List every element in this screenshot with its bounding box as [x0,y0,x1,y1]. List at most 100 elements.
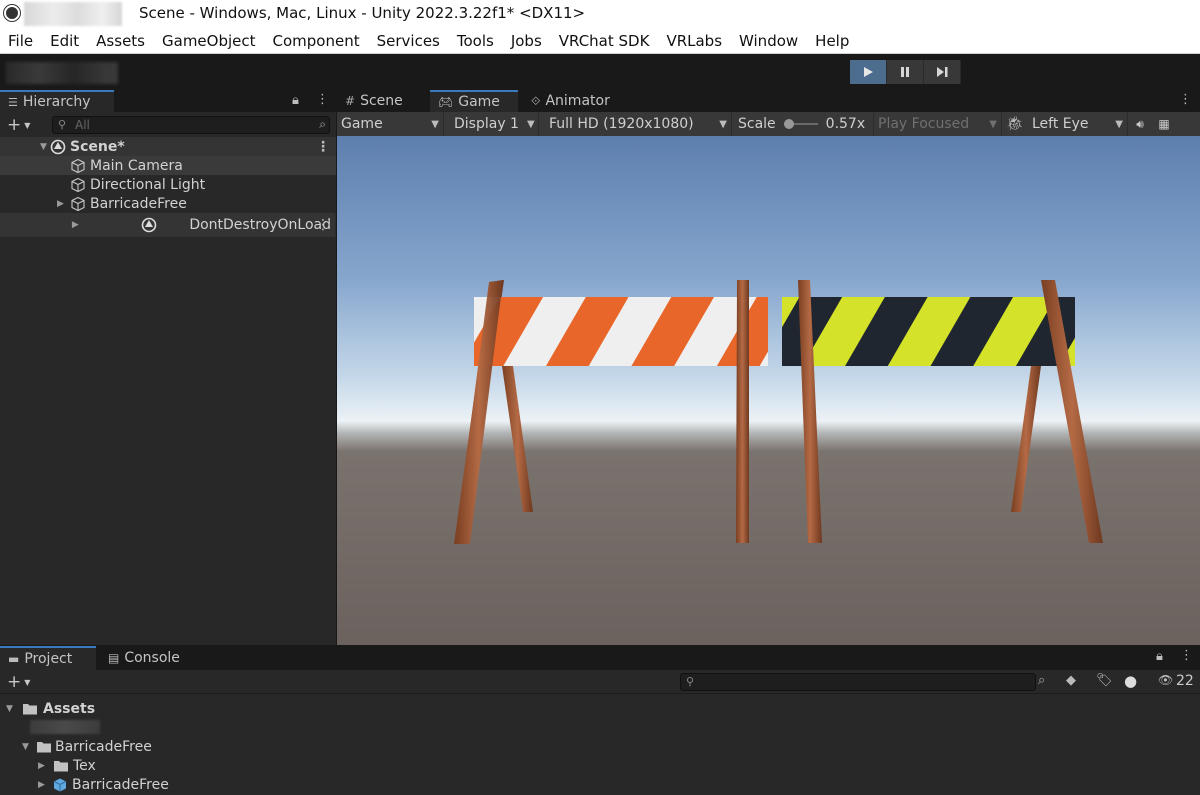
hierarchy-tabstrip: ☰ Hierarchy 🔒︎ ⋮ [0,90,336,112]
search-icon: ⚲ [686,675,695,688]
audio-icon[interactable]: 🔊︎ [1128,117,1152,132]
tab-scene[interactable]: # Scene [337,90,427,112]
eye-dropdown[interactable]: Left Eye ▼ [1028,112,1128,136]
dropdown-arrow-icon: ▼ [989,118,997,130]
pause-button[interactable] [887,60,924,84]
view-tabstrip: # Scene 🎮︎ Game ⟐ Animator ⋮ [337,90,1200,112]
game-render-svg [337,136,1200,645]
menu-gameobject[interactable]: GameObject [162,32,256,50]
hierarchy-item-directional-light[interactable]: Directional Light [0,175,336,194]
menu-vrchat-sdk[interactable]: VRChat SDK [559,32,650,50]
open-folder-icon [23,703,37,714]
gamepad-icon: 🎮︎ [438,95,454,109]
folder-icon: ▬ [8,652,20,666]
main-toolbar [0,54,1200,90]
expand-caret-icon[interactable]: ▶ [72,220,82,230]
hidden-eye-icon[interactable]: 👁︎ [1158,673,1173,687]
play-button[interactable] [850,60,887,84]
display-dropdown[interactable]: Display 1 ▼ [444,112,539,136]
hierarchy-item-barricadefree[interactable]: ▶ BarricadeFree [0,194,336,213]
view-kebab-icon[interactable]: ⋮ [1179,93,1192,107]
tab-game[interactable]: 🎮︎ Game [430,90,518,112]
grid-icon: # [345,94,356,108]
tab-console[interactable]: ▤ Console [100,646,190,670]
menu-window[interactable]: Window [739,32,798,50]
project-item-label: Tex [73,757,96,774]
hierarchy-item-label: DontDestroyOnLoad [189,217,331,233]
pause-icon [901,67,909,77]
gameobject-cube-icon [71,158,85,173]
lock-icon[interactable]: 🔒︎ [1156,650,1163,664]
hierarchy-item-label: Scene* [70,138,125,155]
add-object-button[interactable]: + ▼ [7,115,30,135]
hierarchy-scene-row[interactable]: ▼ Scene* ⋮ [0,137,336,156]
step-button[interactable] [924,60,961,84]
kebab-menu-icon[interactable]: ⋮ [1180,649,1193,663]
hierarchy-item-label: BarricadeFree [90,195,187,212]
hierarchy-search-row: + ▼ ⚲ All ⌕ [0,112,336,137]
tab-project[interactable]: ▬ Project [0,646,96,670]
search-filter-icon[interactable]: ⌕ [319,117,326,132]
tab-hierarchy[interactable]: ☰ Hierarchy [0,90,114,112]
expand-caret-icon[interactable]: ▶ [57,199,67,209]
game-view-panel: # Scene 🎮︎ Game ⟐ Animator ⋮ Game ▼ Displ… [337,90,1200,645]
animator-icon: ⟐ [531,93,541,108]
tab-hierarchy-label: Hierarchy [22,94,91,110]
play-focused-dropdown[interactable]: Play Focused ▼ [874,112,1002,136]
resolution-dropdown[interactable]: Full HD (1920x1080) ▼ [539,112,732,136]
expand-caret-icon[interactable]: ▶ [38,780,48,790]
expand-caret-icon[interactable]: ▼ [40,142,50,152]
search-filter-icon[interactable]: ⌕ [1038,673,1045,688]
unity-scene-icon [50,139,66,154]
scene-kebab-icon[interactable]: ⋮ [316,139,330,155]
project-item-barricadefree-prefab[interactable]: ▶ BarricadeFree [0,775,169,794]
hierarchy-search-placeholder: All [75,118,90,132]
hierarchy-dontdestroyonload-row[interactable]: ▶ DontDestroyOnLoad ⋮ [0,213,336,237]
menu-vrlabs[interactable]: VRLabs [666,32,722,50]
tab-scene-label: Scene [360,93,403,109]
tab-animator-label: Animator [545,93,610,109]
project-item-tex-folder[interactable]: ▶ Tex [0,756,96,775]
project-item-label: Assets [43,700,96,717]
game-render-canvas[interactable] [337,136,1200,645]
scale-value: 0.57x [825,116,866,132]
dontdestroy-kebab-icon[interactable]: ⋮ [316,217,330,233]
menu-assets[interactable]: Assets [96,32,145,50]
project-panel: ▬ Project ▤ Console 🔒︎ ⋮ + ▼ ⚲ ⌕ ◆ 🏷︎ ● 👁… [0,646,1200,795]
bug-icon[interactable]: 🐞︎ [1002,116,1028,132]
folder-icon [54,760,68,771]
hierarchy-item-main-camera[interactable]: Main Camera [0,156,336,175]
kebab-menu-icon[interactable]: ⋮ [316,93,329,107]
project-item-barricadefree-folder[interactable]: ▼ BarricadeFree [0,737,152,756]
lock-icon[interactable]: 🔒︎ [292,94,299,108]
hierarchy-search-input[interactable]: ⚲ All ⌕ [52,116,330,134]
project-search-input[interactable]: ⚲ [680,673,1036,691]
expand-caret-icon[interactable]: ▶ [38,761,48,771]
expand-caret-icon[interactable]: ▼ [6,704,16,714]
menu-help[interactable]: Help [815,32,849,50]
hierarchy-item-label: Main Camera [90,157,183,174]
label-filter-icon[interactable]: 🏷︎ [1096,673,1113,688]
step-icon [937,67,948,77]
prefab-cube-icon [53,778,67,791]
dropdown-arrow-icon: ▼ [1115,118,1123,130]
menu-edit[interactable]: Edit [50,32,79,50]
scale-slider-thumb[interactable] [783,119,794,129]
warning-filter-icon[interactable]: ● [1124,672,1137,690]
create-asset-button[interactable]: + ▼ [7,672,30,692]
scale-slider[interactable] [783,119,818,129]
game-mode-dropdown[interactable]: Game ▼ [337,112,444,136]
window-title: Scene - Windows, Mac, Linux - Unity 2022… [139,4,586,22]
menu-jobs[interactable]: Jobs [511,32,542,50]
project-tabstrip: ▬ Project ▤ Console 🔒︎ ⋮ [0,646,1200,670]
blurred-folder-row [30,720,100,734]
menu-tools[interactable]: Tools [457,32,494,50]
project-item-assets[interactable]: ▼ Assets [0,699,95,718]
menu-component[interactable]: Component [273,32,360,50]
tab-animator[interactable]: ⟐ Animator [523,90,623,112]
expand-caret-icon[interactable]: ▼ [22,742,32,752]
menu-services[interactable]: Services [377,32,440,50]
stats-icon[interactable]: ▦ [1152,117,1176,131]
type-filter-icon[interactable]: ◆ [1066,673,1076,688]
menu-file[interactable]: File [8,32,33,50]
